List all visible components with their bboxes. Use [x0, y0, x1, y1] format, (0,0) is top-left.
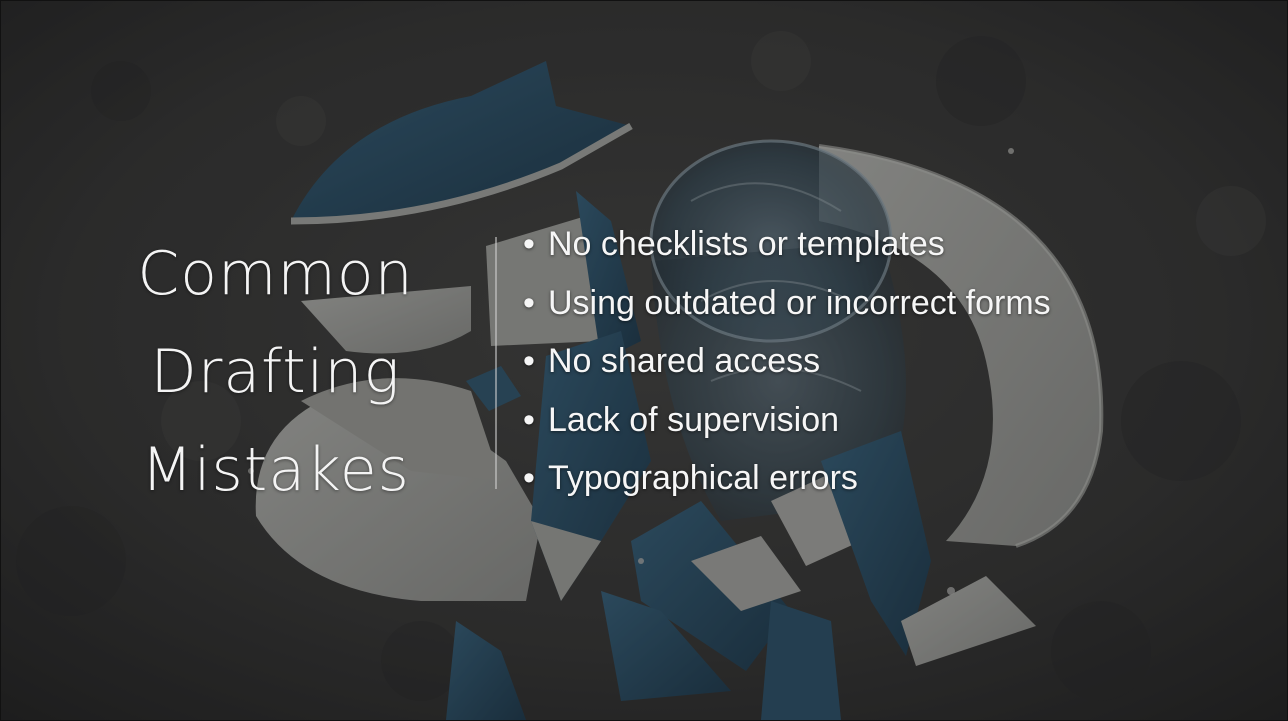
vertical-divider [495, 237, 497, 489]
bullet-item: • Typographical errors [523, 449, 1223, 508]
bullet-text: No checklists or templates [548, 225, 945, 263]
slide-title: Common Drafting Mistakes [103, 225, 448, 519]
bullet-text: Using outdated or incorrect forms [548, 283, 1051, 322]
bullet-dot-icon: • [523, 225, 535, 263]
bullet-item: • No checklists or templates [523, 215, 1223, 274]
title-line: Drafting [150, 337, 401, 407]
bullet-list: • No checklists or templates • Using out… [523, 215, 1223, 508]
bullet-text: Lack of supervision [548, 400, 840, 439]
title-line: Mistakes [141, 435, 410, 505]
bullet-text: No shared access [548, 342, 821, 380]
slide: Common Drafting Mistakes • No checklists… [0, 0, 1288, 721]
bullet-item: • Lack of supervision [523, 391, 1223, 450]
title-line: Common [137, 239, 414, 309]
bullet-dot-icon: • [523, 459, 535, 497]
bullet-item: • No shared access [523, 332, 1223, 391]
bullet-dot-icon: • [523, 342, 535, 380]
bullet-item: • Using outdated or incorrect forms [523, 274, 1223, 333]
bullet-text: Typographical errors [548, 459, 858, 497]
bullet-dot-icon: • [523, 400, 535, 439]
bullet-dot-icon: • [523, 283, 535, 322]
